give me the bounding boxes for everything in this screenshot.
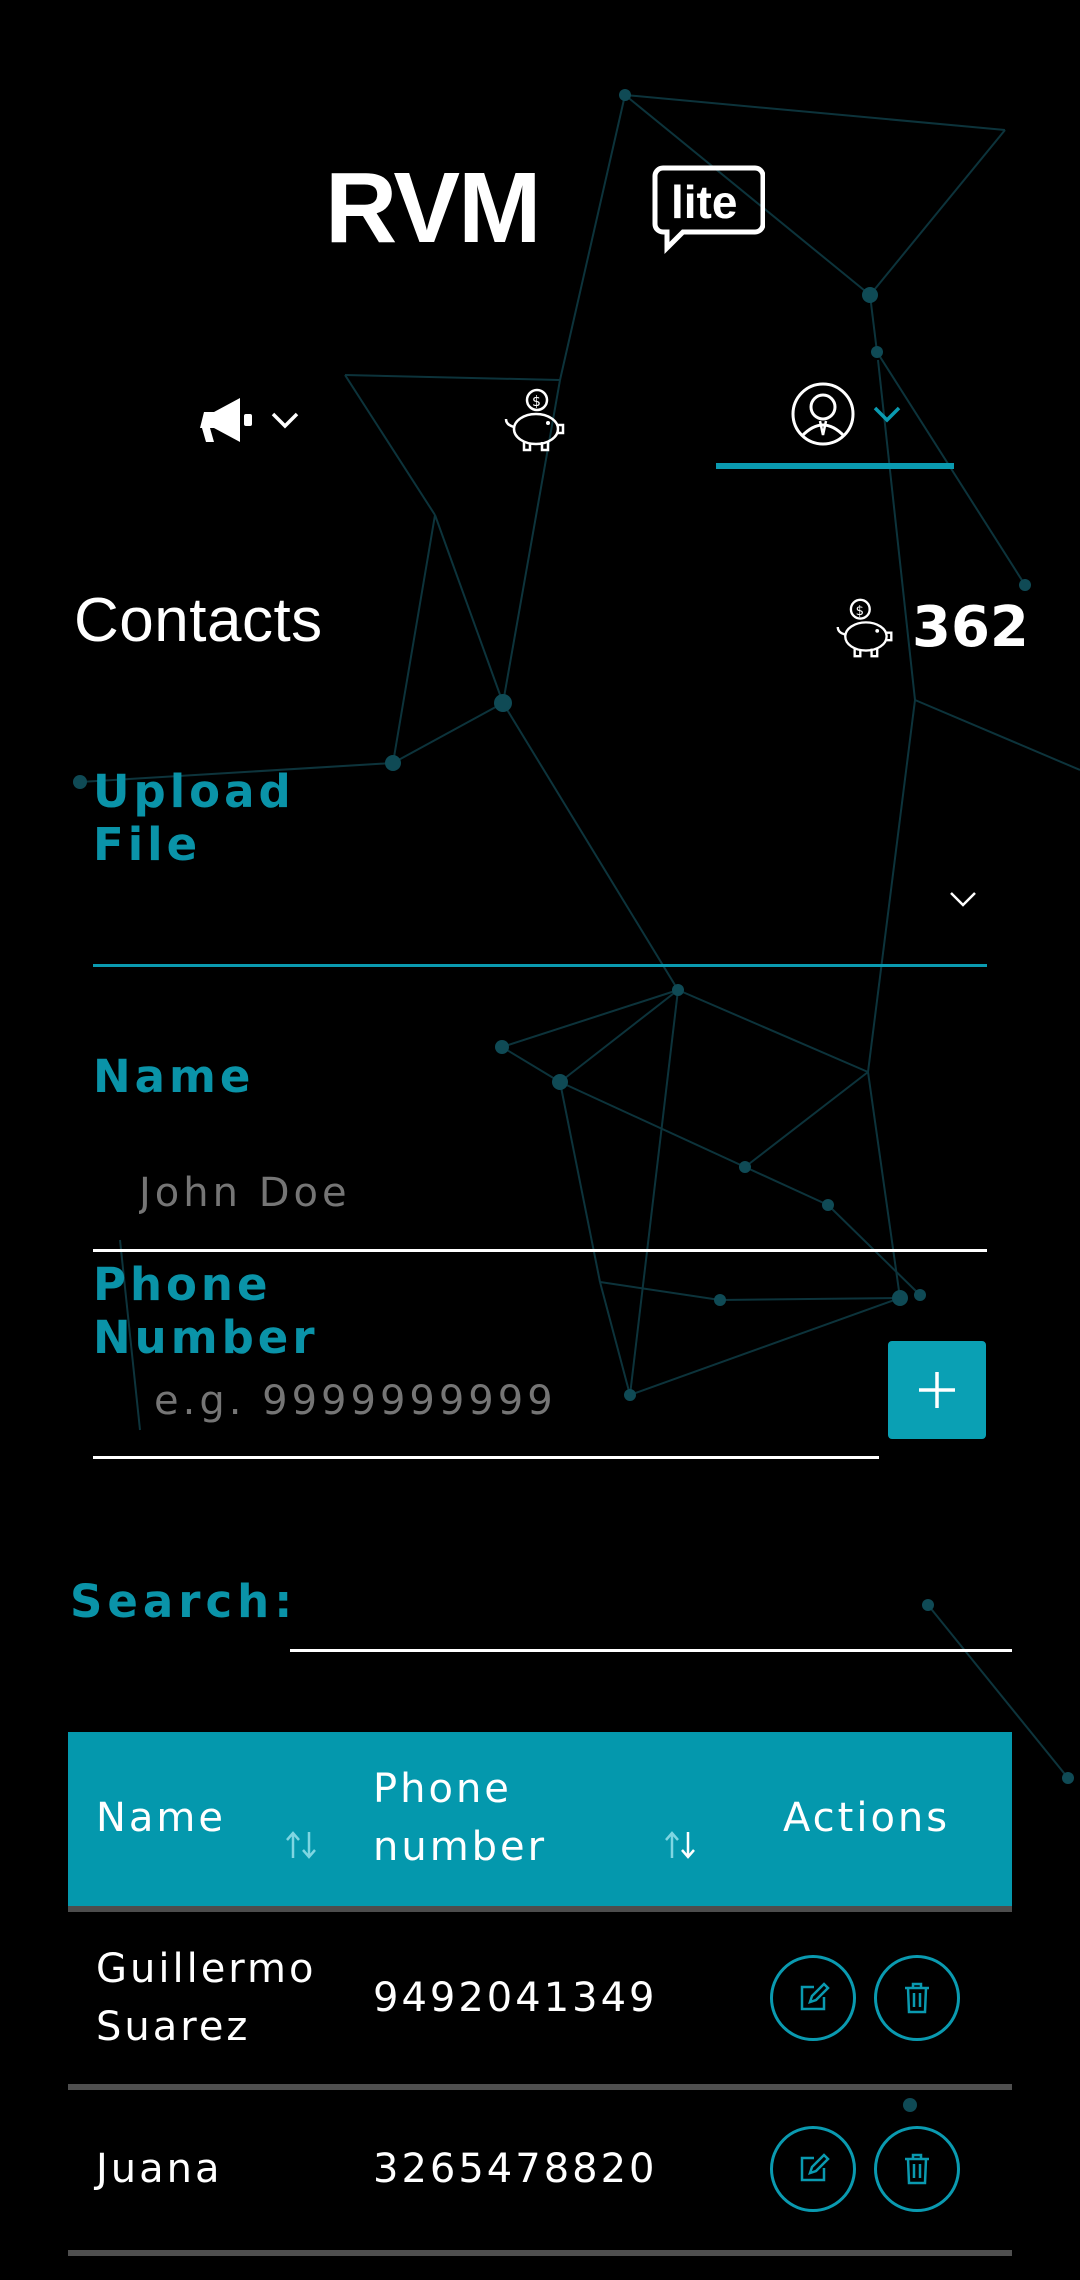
phone-number-label: Phone Number	[93, 1258, 319, 1364]
piggy-bank-icon: $	[836, 598, 893, 657]
table-row: Juana 3265478820	[68, 2090, 1012, 2256]
search-input-underline	[290, 1649, 1012, 1652]
logo-badge: lite	[671, 176, 737, 228]
contact-name: Juana	[96, 2146, 223, 2192]
chevron-down-icon	[950, 892, 976, 907]
name-label: Name	[93, 1050, 255, 1103]
name-input[interactable]	[137, 1160, 981, 1226]
credits-balance: $ 362	[832, 595, 1029, 660]
table-row: Guillermo Suarez 9492041349	[68, 1912, 1012, 2090]
plus-icon	[919, 1372, 955, 1408]
edit-icon	[800, 2153, 830, 2182]
name-input-underline	[93, 1249, 987, 1252]
credits-value: 362	[912, 595, 1029, 660]
page-title: Contacts	[74, 586, 323, 655]
contact-name: Guillermo Suarez	[96, 1946, 317, 2050]
sort-icon[interactable]	[663, 1830, 697, 1860]
user-avatar-icon	[791, 382, 855, 446]
chevron-down-icon	[271, 412, 299, 429]
edit-button[interactable]	[770, 2126, 856, 2212]
sort-icon[interactable]	[284, 1830, 318, 1860]
logo-text: RVM	[325, 160, 539, 260]
megaphone-icon	[200, 398, 252, 442]
app-logo: RVM lite	[325, 152, 766, 264]
contact-phone: 9492041349	[373, 1975, 658, 2021]
campaigns-menu[interactable]	[195, 380, 305, 460]
delete-button[interactable]	[874, 1955, 960, 2041]
column-header-name[interactable]: Name	[96, 1789, 226, 1847]
piggy-bank-icon: $	[504, 388, 565, 452]
chevron-down-icon	[873, 406, 901, 423]
upload-file-select[interactable]	[93, 860, 987, 967]
phone-input-underline	[93, 1456, 879, 1459]
active-tab-indicator	[716, 463, 954, 469]
svg-text:$: $	[856, 603, 864, 618]
edit-button[interactable]	[770, 1955, 856, 2041]
account-menu[interactable]	[786, 374, 906, 454]
svg-text:$: $	[532, 394, 541, 410]
table-header: Name Phone number Actions	[68, 1732, 1012, 1912]
credits-menu[interactable]: $	[495, 380, 575, 460]
contacts-table: Name Phone number Actions Guillermo Suar…	[68, 1732, 1012, 2256]
search-label: Search:	[70, 1575, 298, 1628]
edit-icon	[800, 1982, 830, 2011]
trash-icon	[905, 2153, 929, 2185]
column-header-actions: Actions	[783, 1795, 951, 1841]
phone-number-input[interactable]	[152, 1368, 876, 1434]
column-header-phone[interactable]: Phone number	[373, 1760, 563, 1876]
trash-icon	[905, 1982, 929, 2014]
upload-file-label: Upload File	[93, 765, 295, 871]
add-contact-button[interactable]	[888, 1341, 986, 1439]
search-input[interactable]	[292, 1582, 1014, 1644]
contact-phone: 3265478820	[373, 2146, 658, 2192]
delete-button[interactable]	[874, 2126, 960, 2212]
